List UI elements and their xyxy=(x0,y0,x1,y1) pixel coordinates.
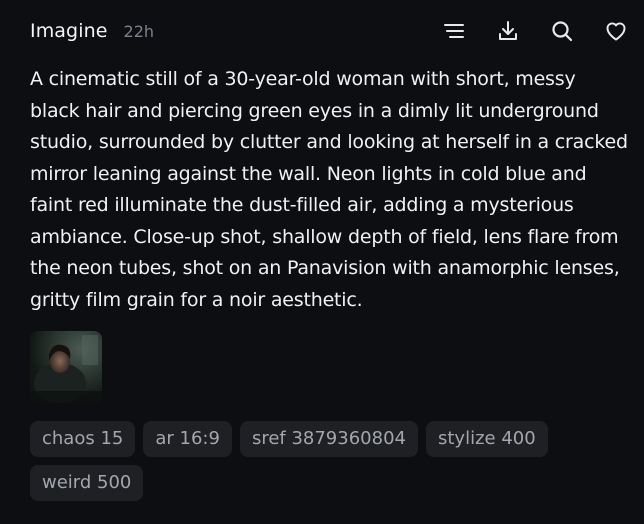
tag-aspect-ratio[interactable]: ar 16:9 xyxy=(143,421,232,457)
menu-button[interactable] xyxy=(440,17,468,45)
tag-sref[interactable]: sref 3879360804 xyxy=(239,421,418,457)
tag-stylize[interactable]: stylize 400 xyxy=(425,421,548,457)
like-button[interactable] xyxy=(602,17,630,45)
download-button[interactable] xyxy=(494,17,522,45)
thumbnail-image xyxy=(30,331,102,403)
search-button[interactable] xyxy=(548,17,576,45)
tag-chaos[interactable]: chaos 15 xyxy=(30,421,136,457)
tag-weird[interactable]: weird 500 xyxy=(30,465,144,501)
parameter-tags: chaos 15 ar 16:9 sref 3879360804 stylize… xyxy=(30,421,570,501)
header: Imagine 22h xyxy=(30,14,630,48)
search-icon xyxy=(552,21,573,42)
heart-icon xyxy=(606,22,626,41)
image-thumbnail[interactable] xyxy=(30,331,102,403)
prompt-text: A cinematic still of a 30-year-old woman… xyxy=(30,68,628,311)
download-icon xyxy=(499,21,517,40)
page-title: Imagine xyxy=(30,20,108,42)
header-actions xyxy=(414,17,630,45)
timestamp: 22h xyxy=(123,21,155,41)
menu-lines-icon xyxy=(444,24,464,38)
